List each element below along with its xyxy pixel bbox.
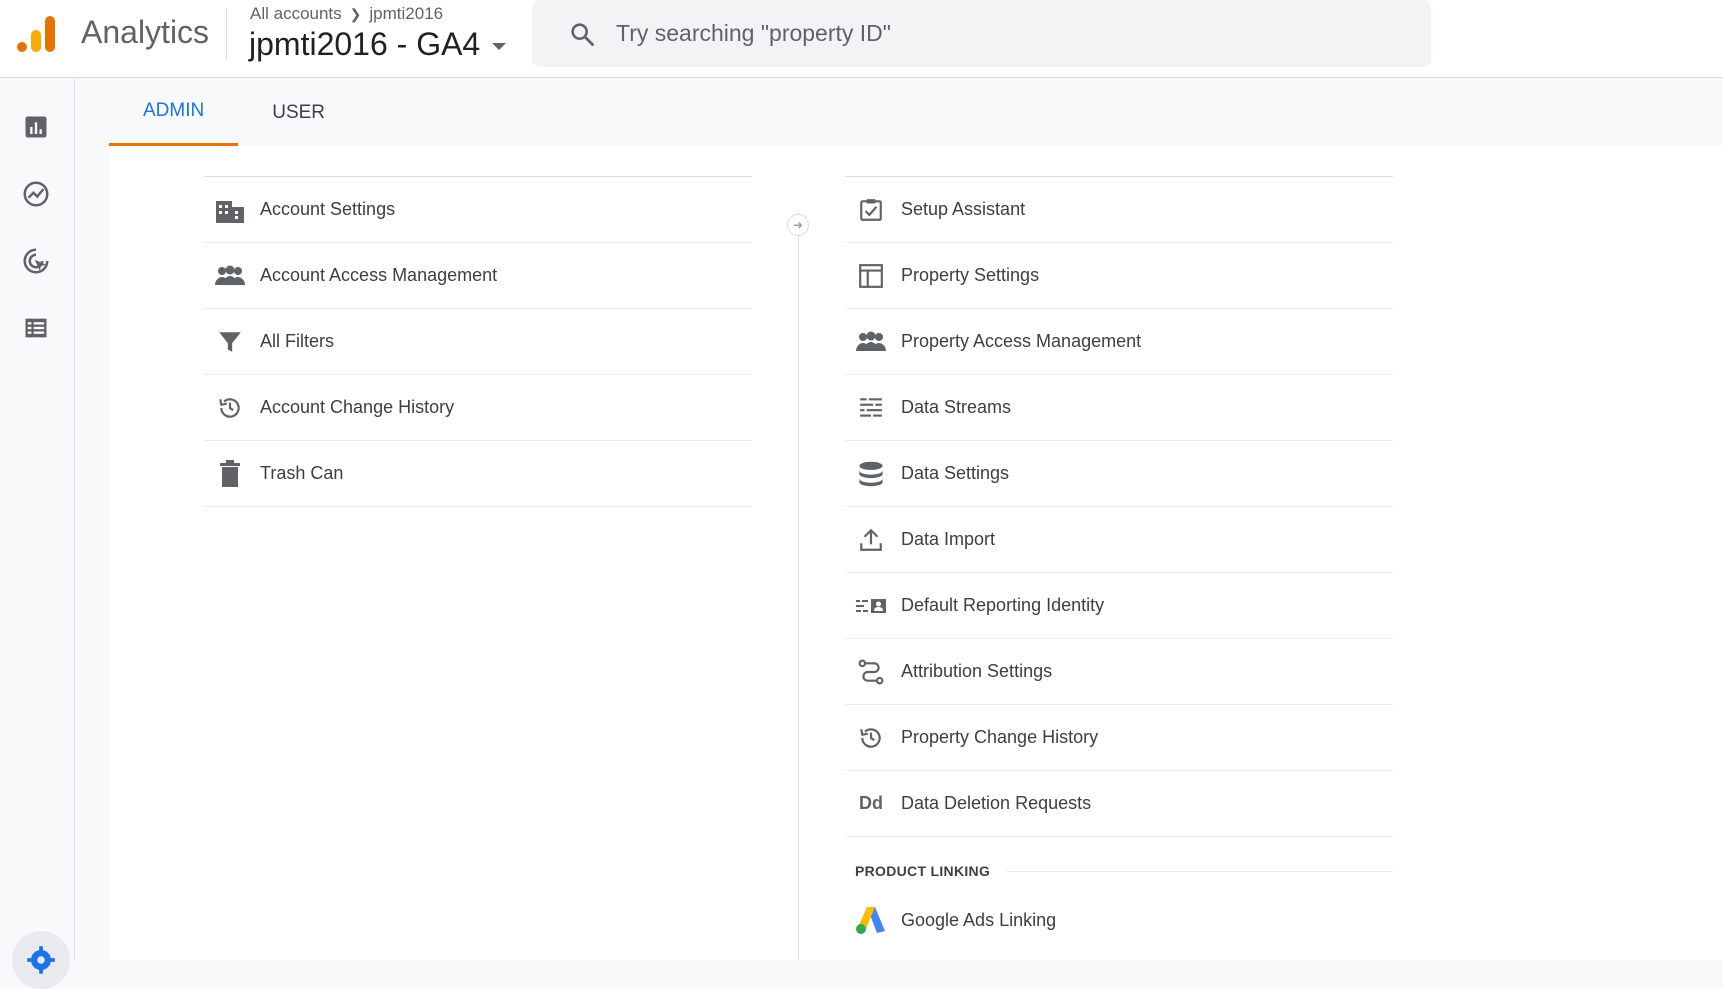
checkbox-icon: [845, 177, 897, 243]
property-name: jpmti2016 - GA4: [249, 26, 481, 62]
account-access-management-label: Account Access Management: [260, 265, 498, 285]
data-streams-item[interactable]: Data Streams: [845, 375, 1393, 441]
explore-icon[interactable]: [18, 176, 54, 212]
history-icon: [845, 705, 897, 771]
brand-name: Analytics: [81, 14, 210, 50]
upload-icon: [845, 507, 897, 573]
left-nav: [0, 79, 75, 989]
trash-can-label: Trash Can: [260, 463, 344, 483]
data-import-label: Data Import: [901, 529, 996, 549]
product-linking-title: PRODUCT LINKING: [855, 863, 991, 879]
data-import-item[interactable]: Data Import: [845, 507, 1393, 573]
analytics-logo-icon[interactable]: [16, 14, 56, 54]
section-divider: [1006, 871, 1393, 872]
filter-icon: [204, 309, 256, 375]
tab-admin[interactable]: ADMIN: [109, 79, 239, 146]
tab-user[interactable]: USER: [238, 79, 359, 146]
data-deletion-requests-item[interactable]: Dd Data Deletion Requests: [845, 771, 1393, 837]
data-settings-item[interactable]: Data Settings: [845, 441, 1393, 507]
account-change-history-item[interactable]: Account Change History: [204, 375, 752, 441]
account-access-management-item[interactable]: Account Access Management: [204, 243, 752, 309]
google-ads-linking-item[interactable]: Google Ads Linking: [845, 887, 1393, 953]
default-reporting-identity-item[interactable]: Default Reporting Identity: [845, 573, 1393, 639]
product-linking-header: PRODUCT LINKING: [845, 837, 1393, 887]
all-filters-label: All Filters: [260, 331, 335, 351]
reports-icon[interactable]: [18, 109, 54, 145]
admin-gear-icon: [27, 946, 55, 974]
admin-gear-button[interactable]: [12, 931, 70, 989]
chevron-right-icon: ❯: [349, 5, 362, 22]
property-column: Setup Assistant Property Settings Proper…: [845, 176, 1393, 953]
database-icon: [845, 441, 897, 507]
google-ads-linking-label: Google Ads Linking: [901, 909, 1057, 930]
property-settings-item[interactable]: Property Settings: [845, 243, 1393, 309]
all-filters-item[interactable]: All Filters: [204, 309, 752, 375]
identity-icon: [845, 573, 897, 639]
history-icon: [204, 375, 256, 441]
account-column: Account Settings Account Access Manageme…: [204, 176, 752, 507]
top-bar: Analytics All accounts ❯ jpmti2016 jpmti…: [0, 0, 1723, 78]
property-settings-label: Property Settings: [901, 265, 1040, 285]
data-settings-label: Data Settings: [901, 463, 1010, 483]
account-change-history-label: Account Change History: [260, 397, 455, 417]
property-selector[interactable]: jpmti2016 - GA4: [249, 26, 507, 63]
setup-assistant-item[interactable]: Setup Assistant: [845, 177, 1393, 243]
default-reporting-identity-label: Default Reporting Identity: [901, 595, 1105, 615]
admin-tabs: ADMIN USER: [109, 79, 359, 146]
header-divider: [226, 8, 227, 60]
breadcrumb[interactable]: All accounts ❯ jpmti2016: [250, 4, 443, 24]
trash-can-item[interactable]: Trash Can: [204, 441, 752, 507]
property-change-history-label: Property Change History: [901, 727, 1099, 747]
search-icon: [571, 22, 594, 46]
configure-icon[interactable]: [18, 310, 54, 346]
advertising-icon[interactable]: [18, 243, 54, 279]
google-ads-icon: [845, 887, 897, 953]
data-deletion-requests-label: Data Deletion Requests: [901, 793, 1092, 813]
attribution-settings-item[interactable]: Attribution Settings: [845, 639, 1393, 705]
admin-content: Account Settings Account Access Manageme…: [109, 146, 1723, 960]
data-deletion-icon: Dd: [859, 793, 883, 813]
trash-icon: [204, 441, 256, 507]
account-settings-label: Account Settings: [260, 199, 396, 219]
attribution-icon: [845, 639, 897, 705]
property-change-history-item[interactable]: Property Change History: [845, 705, 1393, 771]
building-icon: [204, 177, 256, 243]
setup-assistant-label: Setup Assistant: [901, 199, 1026, 219]
data-streams-label: Data Streams: [901, 397, 1012, 417]
streams-icon: [845, 375, 897, 441]
property-access-management-label: Property Access Management: [901, 331, 1142, 351]
dropdown-caret-icon: [492, 43, 507, 50]
people-icon: [845, 309, 897, 375]
breadcrumb-all-accounts[interactable]: All accounts: [250, 4, 342, 24]
people-icon: [204, 243, 256, 309]
attribution-settings-label: Attribution Settings: [901, 661, 1053, 681]
breadcrumb-account[interactable]: jpmti2016: [369, 4, 443, 24]
layout-icon: [845, 243, 897, 309]
search-bar[interactable]: [532, 0, 1431, 67]
property-access-management-item[interactable]: Property Access Management: [845, 309, 1393, 375]
arrow-right-icon[interactable]: ➜: [787, 214, 809, 236]
column-divider: [798, 212, 799, 960]
search-input[interactable]: [616, 20, 1376, 47]
account-settings-item[interactable]: Account Settings: [204, 177, 752, 243]
